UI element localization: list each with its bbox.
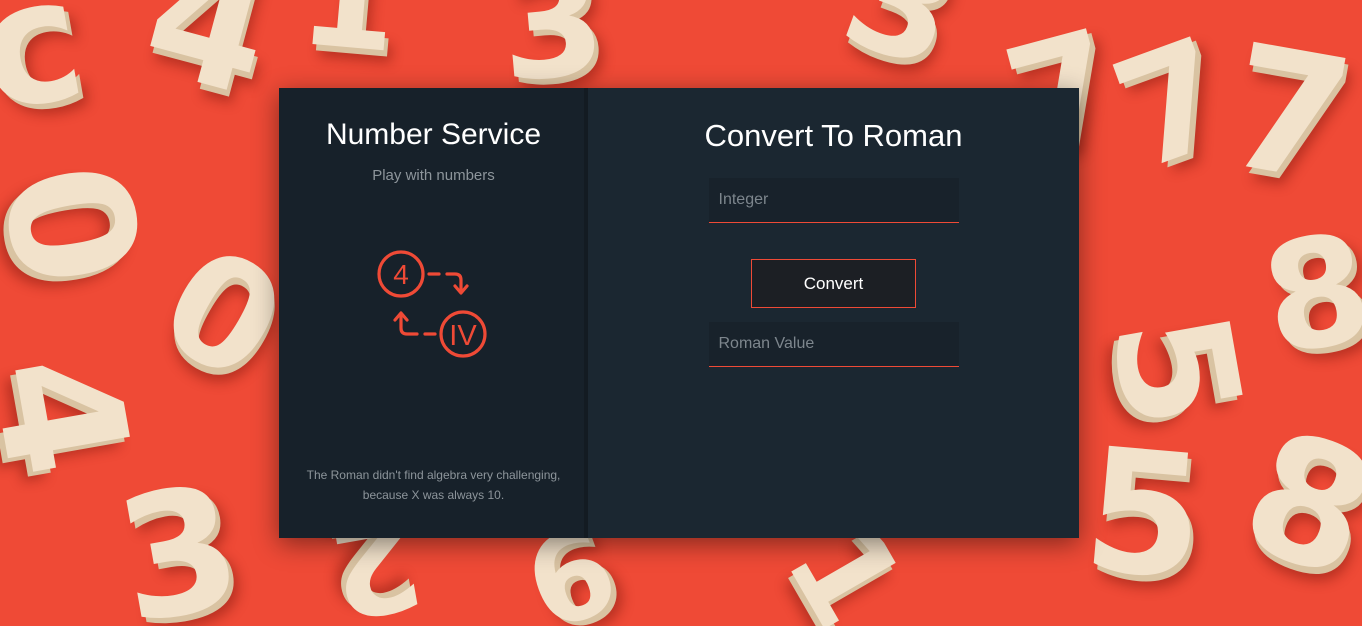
background-digit: 3	[103, 447, 255, 626]
roman-joke: The Roman didn't find algebra very chall…	[306, 468, 561, 502]
integer-input[interactable]	[708, 178, 959, 223]
info-panel: Number Service Play with numbers 4 IV Th…	[279, 88, 588, 538]
converter-title: Convert To Roman	[704, 118, 963, 153]
logo-number-text: 4	[393, 259, 409, 290]
number-to-roman-icon: 4 IV	[377, 250, 487, 358]
background-digit: 3	[823, 0, 981, 105]
background-digit: 7	[1213, 7, 1362, 223]
converter-panel: Convert To Roman	[588, 88, 1079, 538]
background-digit: 4	[126, 0, 292, 136]
background-digit: 8	[1250, 200, 1362, 390]
background-digit: 5	[1076, 411, 1212, 619]
background-digit: 8	[1219, 391, 1362, 619]
app-title: Number Service	[325, 118, 542, 151]
background-digit: c	[0, 0, 98, 152]
app-subtitle: Play with numbers	[372, 167, 495, 184]
converter-card: Number Service Play with numbers 4 IV Th…	[279, 88, 1079, 538]
convert-button[interactable]: Convert	[751, 259, 916, 308]
logo-roman-text: IV	[449, 320, 477, 352]
background-digit: 1	[293, 0, 404, 85]
roman-value-output[interactable]	[708, 322, 959, 367]
background-digit: 0	[0, 149, 177, 301]
